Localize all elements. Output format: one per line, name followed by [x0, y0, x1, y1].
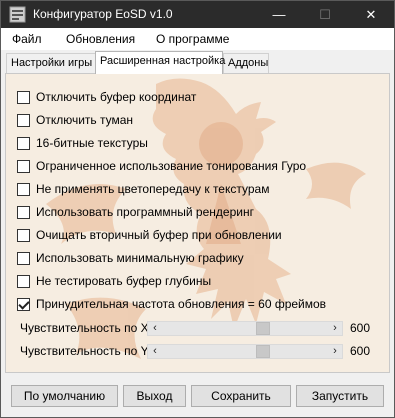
- save-button[interactable]: Сохранить: [191, 385, 291, 407]
- maximize-button[interactable]: ☐: [302, 1, 348, 28]
- advanced-settings-panel: Отключить буфер координат Отключить тума…: [5, 73, 390, 373]
- option-label: Использовать минимальную графику: [36, 251, 244, 265]
- option-label: Отключить буфер координат: [36, 90, 197, 104]
- checkbox[interactable]: [17, 205, 30, 219]
- configurator-window: Конфигуратор EoSD v1.0 — ☐ ✕ Файл Обновл…: [0, 0, 395, 418]
- slider-thumb[interactable]: [256, 322, 270, 335]
- option-label: Использовать программный рендеринг: [36, 205, 254, 219]
- option-16bit-textures[interactable]: 16-битные текстуры: [17, 134, 148, 152]
- menu-about[interactable]: О программе: [156, 32, 229, 46]
- tab-addons[interactable]: Аддоны: [223, 53, 269, 73]
- sensitivity-x-slider[interactable]: ‹ ›: [147, 321, 343, 336]
- arrow-right-icon[interactable]: ›: [328, 345, 342, 358]
- menu-updates[interactable]: Обновления: [66, 32, 135, 46]
- option-label: Принудительная частота обновления = 60 ф…: [36, 297, 327, 311]
- sensitivity-x-row: Чувствительность по X ‹ › 600: [20, 318, 389, 338]
- arrow-left-icon[interactable]: ‹: [148, 322, 162, 335]
- app-icon: [9, 6, 26, 23]
- sensitivity-y-value: 600: [350, 344, 371, 358]
- option-label: Отключить туман: [36, 113, 134, 127]
- option-label: Не применять цветопередачу к текстурам: [36, 182, 270, 196]
- option-no-depth-test[interactable]: Не тестировать буфер глубины: [17, 272, 211, 290]
- option-limited-gouraud[interactable]: Ограниченное использование тонирования Г…: [17, 157, 306, 175]
- option-no-texture-color[interactable]: Не применять цветопередачу к текстурам: [17, 180, 269, 198]
- sensitivity-y-label: Чувствительность по Y: [20, 344, 149, 358]
- sensitivity-x-value: 600: [350, 321, 371, 335]
- sensitivity-x-label: Чувствительность по X: [20, 321, 149, 335]
- tab-game-settings[interactable]: Настройки игры: [6, 53, 96, 73]
- checkbox[interactable]: [17, 90, 30, 104]
- checkbox[interactable]: [17, 251, 30, 265]
- option-software-rendering[interactable]: Использовать программный рендеринг: [17, 203, 254, 221]
- option-label: 16-битные текстуры: [36, 136, 148, 150]
- option-label: Не тестировать буфер глубины: [36, 274, 212, 288]
- menu-bar: Файл Обновления О программе: [1, 28, 394, 50]
- checkbox[interactable]: [17, 113, 30, 127]
- checkbox[interactable]: [17, 136, 30, 150]
- exit-button[interactable]: Выход: [123, 385, 186, 407]
- option-minimal-graphics[interactable]: Использовать минимальную графику: [17, 249, 244, 267]
- title-bar[interactable]: Конфигуратор EoSD v1.0 — ☐ ✕: [1, 1, 394, 28]
- checkbox[interactable]: [17, 182, 30, 196]
- arrow-left-icon[interactable]: ‹: [148, 345, 162, 358]
- close-button[interactable]: ✕: [348, 1, 394, 28]
- window-title: Конфигуратор EoSD v1.0: [33, 7, 173, 21]
- option-disable-coord-buffer[interactable]: Отключить буфер координат: [17, 88, 196, 106]
- option-clear-back-buffer[interactable]: Очищать вторичный буфер при обновлении: [17, 226, 282, 244]
- arrow-right-icon[interactable]: ›: [328, 322, 342, 335]
- tab-advanced-settings[interactable]: Расширенная настройка: [95, 51, 225, 74]
- sensitivity-y-row: Чувствительность по Y ‹ › 600: [20, 341, 389, 361]
- slider-thumb[interactable]: [256, 345, 270, 358]
- launch-button[interactable]: Запустить: [296, 385, 384, 407]
- sensitivity-y-slider[interactable]: ‹ ›: [147, 344, 343, 359]
- checkbox[interactable]: [17, 274, 30, 288]
- checkbox[interactable]: [17, 159, 30, 173]
- checkbox-checked[interactable]: [17, 297, 30, 311]
- option-label: Ограниченное использование тонирования Г…: [36, 159, 307, 173]
- minimize-button[interactable]: —: [256, 1, 302, 28]
- defaults-button[interactable]: По умолчанию: [11, 385, 118, 407]
- option-disable-fog[interactable]: Отключить туман: [17, 111, 133, 129]
- tab-strip: Настройки игры Расширенная настройка Адд…: [1, 50, 394, 74]
- option-label: Очищать вторичный буфер при обновлении: [36, 228, 282, 242]
- menu-file[interactable]: Файл: [12, 32, 42, 46]
- option-force-60fps[interactable]: Принудительная частота обновления = 60 ф…: [17, 295, 326, 313]
- checkbox[interactable]: [17, 228, 30, 242]
